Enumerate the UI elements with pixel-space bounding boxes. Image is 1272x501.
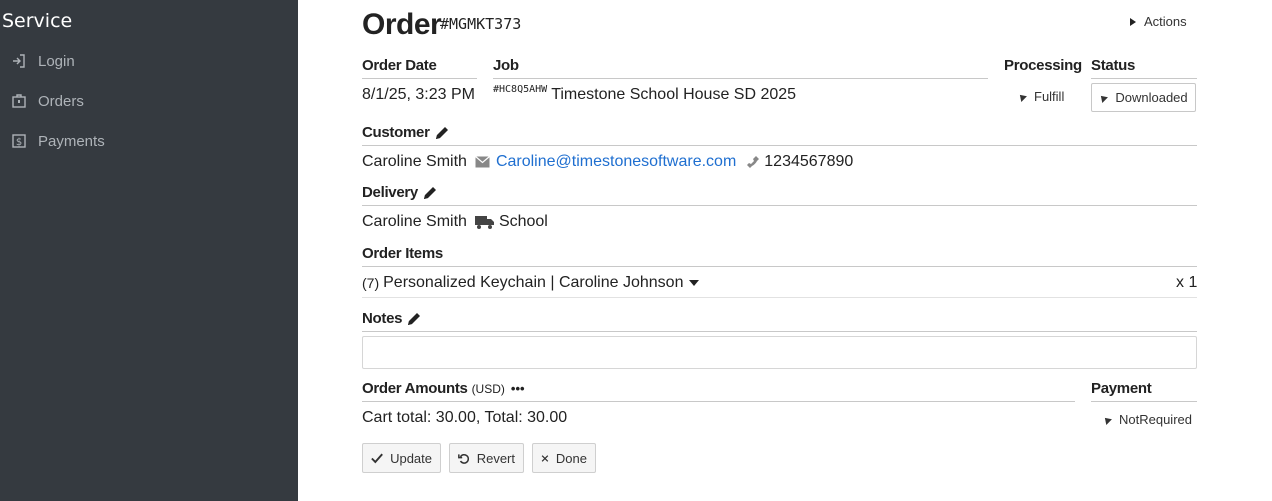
item-index: (7) — [362, 275, 380, 291]
envelope-icon — [475, 156, 490, 168]
caret-icon — [1102, 414, 1112, 425]
edit-delivery-icon[interactable] — [422, 185, 438, 201]
divider — [1091, 401, 1197, 402]
sidebar-item-orders[interactable]: Orders — [10, 89, 84, 113]
check-icon — [371, 453, 383, 463]
divider — [362, 331, 1197, 332]
divider — [362, 205, 1197, 206]
delivery-header: Delivery — [362, 184, 438, 201]
divider — [362, 297, 1197, 298]
svg-text:$: $ — [16, 137, 22, 148]
customer-row: Caroline Smith Caroline@timestonesoftwar… — [362, 153, 853, 171]
caret-icon — [1017, 91, 1027, 102]
page-title: Order — [362, 8, 442, 41]
phone-icon — [747, 156, 760, 168]
order-amounts-label: Order Amounts — [362, 380, 468, 397]
actions-button[interactable]: Actions — [1130, 14, 1187, 29]
job-value: #HC8Q5AHW Timestone School House SD 2025 — [493, 84, 796, 104]
sidebar-title: Service — [2, 10, 73, 32]
processing-header: Processing — [1004, 57, 1082, 74]
notes-header: Notes — [362, 310, 422, 327]
job-header: Job — [493, 57, 519, 74]
delivery-header-label: Delivery — [362, 184, 418, 201]
notes-header-label: Notes — [362, 310, 403, 327]
order-date-header: Order Date — [362, 57, 437, 74]
payment-toggle[interactable]: NotRequired — [1102, 412, 1192, 427]
divider — [362, 401, 1075, 402]
job-name: Timestone School House SD 2025 — [551, 86, 797, 103]
customer-name: Caroline Smith — [362, 153, 467, 170]
sidebar-item-label: Orders — [38, 92, 84, 110]
caret-icon — [1098, 92, 1109, 103]
order-item-row[interactable]: (7) Personalized Keychain | Caroline Joh… — [362, 274, 700, 292]
update-button[interactable]: Update — [362, 443, 441, 473]
update-label: Update — [390, 450, 432, 466]
divider — [493, 78, 988, 79]
divider — [362, 145, 1197, 146]
revert-button[interactable]: Revert — [449, 443, 524, 473]
customer-email-link[interactable]: Caroline@timestonesoftware.com — [496, 153, 736, 171]
truck-icon — [474, 216, 494, 229]
status-dropdown[interactable]: Downloaded — [1091, 83, 1196, 112]
divider — [362, 266, 1197, 267]
sidebar-item-label: Payments — [38, 132, 105, 150]
dollar-icon: $ — [10, 132, 28, 150]
delivery-method: School — [498, 213, 548, 230]
customer-header-label: Customer — [362, 124, 430, 141]
processing-value: Fulfill — [1034, 89, 1065, 104]
payment-status: NotRequired — [1119, 412, 1192, 427]
amounts-text: Cart total: 30.00, Total: 30.00 — [362, 409, 568, 426]
delivery-name: Caroline Smith — [362, 213, 467, 230]
revert-label: Revert — [476, 450, 515, 466]
edit-customer-icon[interactable] — [434, 125, 450, 141]
status-value: Downloaded — [1115, 90, 1188, 105]
item-label: Personalized Keychain | Caroline Johnson — [383, 274, 684, 291]
close-icon — [541, 454, 549, 462]
divider — [1091, 78, 1197, 79]
order-items-header: Order Items — [362, 245, 443, 262]
job-tag: #HC8Q5AHW — [493, 84, 548, 95]
order-date-value: 8/1/25, 3:23 PM — [362, 86, 475, 103]
more-options-icon[interactable]: ••• — [511, 381, 525, 396]
order-code: #MGMKT373 — [440, 15, 522, 33]
delivery-row: Caroline Smith School — [362, 213, 548, 231]
order-amounts-header: Order Amounts (USD) ••• — [362, 380, 525, 397]
notes-field[interactable] — [362, 336, 1197, 369]
processing-toggle[interactable]: Fulfill — [1017, 89, 1065, 104]
customer-header: Customer — [362, 124, 450, 141]
undo-icon — [458, 453, 469, 464]
done-label: Done — [555, 450, 587, 466]
sidebar-item-payments[interactable]: $ Payments — [10, 129, 105, 153]
done-button[interactable]: Done — [532, 443, 596, 473]
sign-in-icon — [10, 52, 28, 70]
divider — [362, 78, 477, 79]
customer-phone: 1234567890 — [764, 153, 854, 170]
actions-label: Actions — [1144, 14, 1187, 29]
sidebar-item-label: Login — [38, 52, 75, 70]
payment-header: Payment — [1091, 380, 1152, 397]
caret-right-icon — [1130, 17, 1136, 26]
currency-label: (USD) — [471, 382, 505, 396]
item-quantity: x 1 — [1176, 274, 1198, 291]
edit-notes-icon[interactable] — [406, 311, 422, 327]
sidebar: Service Login Orders $ Payments — [0, 0, 298, 501]
status-header: Status — [1091, 57, 1136, 74]
briefcase-icon — [10, 92, 28, 110]
caret-down-icon[interactable] — [689, 280, 700, 286]
sidebar-item-login[interactable]: Login — [10, 49, 75, 73]
